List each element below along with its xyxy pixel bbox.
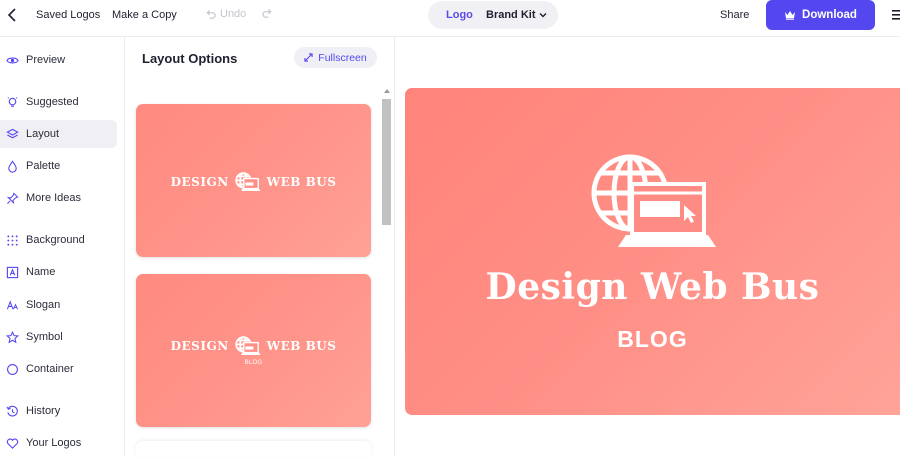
logo-preview: Design Web Bus BLOG <box>405 88 900 415</box>
globe-laptop-icon <box>234 336 261 355</box>
name-icon <box>6 266 19 278</box>
slogan-icon <box>6 299 19 309</box>
sidebar-item-label: Symbol <box>26 331 63 343</box>
sidebar-item-palette[interactable]: Palette <box>0 152 117 180</box>
undo-label: Undo <box>220 8 247 20</box>
sidebar-item-label: Suggested <box>26 96 79 108</box>
fullscreen-button[interactable]: Fullscreen <box>294 47 377 68</box>
top-bar: Saved Logos Make a Copy Undo Logo Brand … <box>0 0 900 37</box>
tab-brand-kit[interactable]: Brand Kit <box>486 9 547 21</box>
pin-icon <box>6 191 19 204</box>
sidebar-item-symbol[interactable]: Symbol <box>0 323 117 351</box>
sidebar-item-label: History <box>26 405 61 417</box>
saved-logos-link[interactable]: Saved Logos <box>36 9 100 21</box>
sidebar-item-label: Your Logos <box>26 437 82 449</box>
layout-option-card[interactable] <box>136 441 371 456</box>
crown-icon <box>785 11 796 20</box>
sidebar-item-background[interactable]: Background <box>0 226 117 254</box>
sidebar-item-label: Container <box>26 363 74 375</box>
scrollbar-thumb[interactable] <box>382 99 391 225</box>
card-logo-name-right: WEB BUS <box>266 339 337 353</box>
scroll-up-arrow-icon[interactable] <box>384 89 390 93</box>
sidebar-item-history[interactable]: History <box>0 397 117 425</box>
drop-icon <box>8 159 17 173</box>
back-arrow-icon[interactable] <box>5 7 21 23</box>
sidebar-item-your-logos[interactable]: Your Logos <box>0 429 117 457</box>
card-logo-row: DESIGN WEB BUS <box>136 172 371 192</box>
make-copy-link[interactable]: Make a Copy <box>112 9 177 21</box>
history-icon <box>6 405 18 416</box>
sidebar-item-name[interactable]: Name <box>0 258 117 286</box>
card-logo-name-right: WEB BUS <box>266 175 337 189</box>
tab-logo[interactable]: Logo <box>446 9 473 21</box>
sidebar-item-slogan[interactable]: Slogan <box>0 291 117 319</box>
layout-options-panel: Layout Options Fullscreen DESIGN WEB BUS… <box>125 37 395 456</box>
preview-logo-name: Design Web Bus <box>485 266 820 308</box>
panel-title: Layout Options <box>142 51 238 66</box>
fullscreen-label: Fullscreen <box>318 51 367 64</box>
download-button[interactable]: Download <box>766 0 875 30</box>
chevron-down-icon <box>539 13 546 18</box>
dots-grid-icon <box>7 234 18 246</box>
panel-scrollbar[interactable] <box>382 89 392 456</box>
brand-kit-label: Brand Kit <box>486 9 536 21</box>
sidebar-item-label: Name <box>26 266 56 278</box>
sidebar-item-preview[interactable]: Preview <box>0 46 117 74</box>
eye-icon <box>6 57 19 63</box>
undo-icon <box>206 9 216 19</box>
menu-icon[interactable] <box>890 8 900 22</box>
card-logo-tagline: BLOG <box>244 360 263 366</box>
layout-option-card[interactable]: DESIGN WEB BUS <box>136 104 371 257</box>
preview-logo-tagline: BLOG <box>617 326 688 352</box>
circle-icon <box>7 363 18 375</box>
sidebar-item-label: Slogan <box>26 299 61 311</box>
sidebar-item-label: More Ideas <box>26 192 82 204</box>
sidebar-item-layout[interactable]: Layout <box>0 120 117 148</box>
undo-button[interactable]: Undo <box>205 8 246 20</box>
card-logo-name-left: DESIGN <box>170 339 229 353</box>
globe-laptop-icon <box>591 154 716 247</box>
layout-option-card[interactable]: DESIGN WEB BUS BLOG <box>136 274 371 427</box>
sidebar-item-label: Background <box>26 234 85 246</box>
sidebar-item-label: Palette <box>26 160 61 172</box>
bulb-icon <box>7 96 18 107</box>
share-button[interactable]: Share <box>720 9 749 21</box>
star-icon <box>6 330 19 343</box>
sidebar: Preview Suggested Layout Palette More Id… <box>0 37 125 456</box>
globe-laptop-icon <box>234 172 261 191</box>
sidebar-item-suggested[interactable]: Suggested <box>0 88 117 116</box>
download-label: Download <box>802 9 857 21</box>
sidebar-item-more-ideas[interactable]: More Ideas <box>0 184 117 212</box>
sidebar-item-container[interactable]: Container <box>0 355 117 383</box>
sidebar-item-label: Layout <box>26 128 60 140</box>
card-logo-row: DESIGN WEB BUS <box>136 336 371 356</box>
redo-icon[interactable] <box>262 8 273 19</box>
sidebar-item-label: Preview <box>26 54 66 66</box>
layers-icon <box>6 128 19 138</box>
heart-icon <box>6 437 19 449</box>
expand-icon <box>304 53 313 62</box>
card-logo-name-left: DESIGN <box>170 175 229 189</box>
mode-switch: Logo Brand Kit <box>428 1 558 29</box>
